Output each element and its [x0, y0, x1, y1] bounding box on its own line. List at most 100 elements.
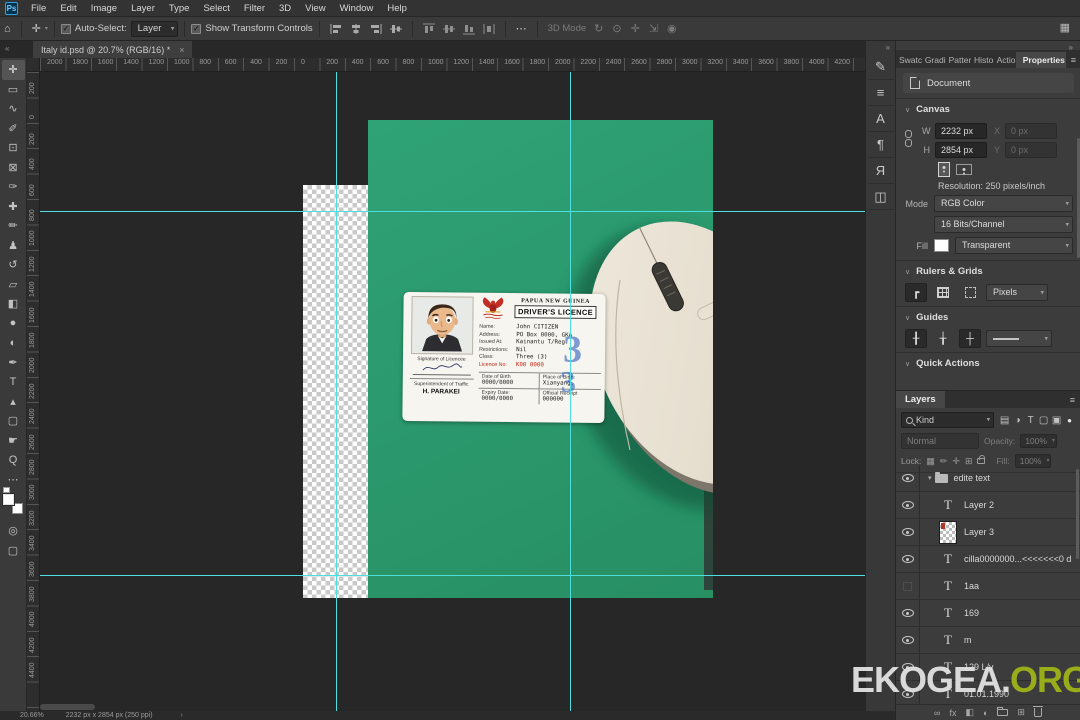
layer-effects-icon[interactable]: fx: [949, 708, 956, 718]
tool-brush[interactable]: ✏: [2, 216, 25, 236]
landscape-orientation-icon[interactable]: [956, 164, 972, 175]
tool-frame[interactable]: ⊠: [2, 158, 25, 178]
layer-name[interactable]: m: [964, 635, 972, 645]
filter-image-icon[interactable]: ▤: [998, 415, 1011, 426]
tool-clone-stamp[interactable]: ♟: [2, 236, 25, 256]
screen-mode-icon[interactable]: ▢: [2, 541, 25, 561]
guide-style-dropdown[interactable]: [986, 330, 1052, 347]
default-colors-icon[interactable]: [3, 487, 10, 493]
eye-icon[interactable]: [902, 555, 914, 563]
foreground-color-swatch[interactable]: [3, 494, 14, 505]
ruler-units-dropdown[interactable]: Pixels: [986, 284, 1048, 301]
layer-mask-icon[interactable]: ◧: [965, 707, 974, 718]
panel-menu-icon[interactable]: ≡: [1065, 395, 1080, 408]
workspace-switcher-icon[interactable]: ▦: [1060, 21, 1070, 34]
align-right-icon[interactable]: [368, 22, 384, 36]
visibility-cell[interactable]: [896, 519, 920, 545]
brush-settings-icon[interactable]: ✎: [868, 54, 894, 80]
layer-thumbnail[interactable]: [939, 521, 957, 544]
eye-icon[interactable]: [902, 501, 914, 509]
horizontal-scrollbar[interactable]: [40, 704, 95, 710]
tab-actio[interactable]: Actio: [994, 52, 1016, 68]
home-icon[interactable]: ⌂: [0, 23, 15, 35]
panel-menu-icon[interactable]: ≡: [1066, 55, 1080, 68]
tool-crop[interactable]: ⊡: [2, 138, 25, 158]
rulers-grids-section-header[interactable]: ∨ Rulers & Grids: [896, 260, 1080, 280]
filter-type-icon[interactable]: T: [1024, 415, 1037, 426]
tool-move[interactable]: ✛: [2, 60, 25, 80]
tool-type[interactable]: T: [2, 372, 25, 392]
menu-edit[interactable]: Edit: [53, 3, 83, 14]
document-properties-row[interactable]: Document: [903, 73, 1074, 93]
menu-help[interactable]: Help: [380, 3, 414, 14]
toggle-grid-icon[interactable]: [932, 283, 954, 302]
eye-icon[interactable]: [902, 474, 914, 482]
tool-hand[interactable]: ☛: [2, 431, 25, 451]
guides-section-header[interactable]: ∨ Guides: [896, 306, 1080, 326]
new-layer-icon[interactable]: ⊞: [1017, 707, 1025, 718]
document-tab[interactable]: Italy id.psd @ 20.7% (RGB/16) * ×: [33, 41, 192, 58]
visibility-cell[interactable]: [896, 465, 920, 491]
menu-window[interactable]: Window: [333, 3, 381, 14]
portrait-orientation-icon[interactable]: [938, 162, 950, 177]
menu-filter[interactable]: Filter: [237, 3, 272, 14]
layer-row[interactable]: Tm: [896, 627, 1080, 654]
distribute-bottom-icon[interactable]: [461, 22, 477, 36]
vertical-guide[interactable]: [336, 72, 337, 711]
layer-row[interactable]: TLayer 2: [896, 492, 1080, 519]
show-transform-checkbox[interactable]: ✓: [191, 24, 201, 34]
distribute-vertical-center-icon[interactable]: [441, 22, 457, 36]
glyphs-panel-icon[interactable]: Я: [868, 158, 894, 184]
distribute-horizontal-icon[interactable]: [481, 22, 497, 36]
eye-icon[interactable]: [902, 528, 914, 536]
color-swatches[interactable]: [2, 493, 24, 515]
layer-name[interactable]: Layer 2: [964, 500, 994, 510]
adjustment-layer-icon[interactable]: ◐: [983, 708, 988, 718]
fill-dropdown[interactable]: Transparent: [955, 237, 1073, 254]
lock-all-icon[interactable]: [977, 458, 985, 464]
tool-preset-chevron-icon[interactable]: ▾: [45, 25, 48, 32]
tool-path-selection[interactable]: ▴: [2, 392, 25, 412]
layer-row[interactable]: ▾edite text: [896, 465, 1080, 492]
tab-gradi[interactable]: Gradi: [922, 52, 946, 68]
tool-pen[interactable]: ✒: [2, 353, 25, 373]
toggle-rulers-icon[interactable]: ┏: [905, 283, 927, 302]
tool-shape[interactable]: ▢: [2, 411, 25, 431]
toggle-guides-icon[interactable]: ╂: [905, 329, 927, 348]
delete-layer-icon[interactable]: [1034, 708, 1042, 717]
toggle-pixel-grid-icon[interactable]: [959, 283, 981, 302]
layers-scrollbar[interactable]: [1076, 469, 1079, 559]
link-dimensions-icon[interactable]: [905, 130, 913, 148]
visibility-cell[interactable]: [896, 546, 920, 572]
tool-eraser[interactable]: ▱: [2, 275, 25, 295]
eye-icon[interactable]: [902, 609, 914, 617]
align-center-vertical-icon[interactable]: [388, 22, 404, 36]
layer-name[interactable]: 1aa: [964, 581, 979, 591]
menu-image[interactable]: Image: [84, 3, 124, 14]
menu-type[interactable]: Type: [162, 3, 197, 14]
tool-history-brush[interactable]: ↺: [2, 255, 25, 275]
ruler-origin-corner[interactable]: [27, 58, 40, 72]
move-tool-icon[interactable]: ✛: [28, 22, 45, 35]
auto-select-target-dropdown[interactable]: Layer: [131, 21, 179, 37]
blend-mode-dropdown[interactable]: Normal: [901, 433, 979, 449]
horizontal-guide[interactable]: [40, 211, 865, 212]
new-group-icon[interactable]: [997, 709, 1008, 716]
horizontal-ruler[interactable]: 2000180016001400120010008006004002000200…: [40, 58, 865, 72]
clear-guides-icon[interactable]: ┼: [959, 329, 981, 348]
quick-actions-section-header[interactable]: ∨ Quick Actions: [896, 352, 1080, 372]
quick-mask-icon[interactable]: ◎: [2, 521, 25, 541]
opacity-field[interactable]: 100%: [1020, 434, 1057, 448]
width-field[interactable]: 2232 px: [935, 123, 987, 139]
layer-name[interactable]: 169: [964, 608, 979, 618]
menu-view[interactable]: View: [298, 3, 332, 14]
collapse-panels-icon[interactable]: «: [5, 44, 10, 53]
tab-layers[interactable]: Layers: [896, 391, 945, 408]
zoom-level[interactable]: 20.66%: [20, 712, 44, 719]
vertical-guide[interactable]: [570, 72, 571, 711]
paragraph-panel-icon[interactable]: ¶: [868, 132, 894, 158]
filter-shape-icon[interactable]: ▢: [1037, 415, 1050, 426]
libraries-panel-icon[interactable]: ◫: [868, 184, 894, 210]
tool-dodge[interactable]: ◐: [2, 333, 25, 353]
visibility-cell[interactable]: [896, 492, 920, 518]
